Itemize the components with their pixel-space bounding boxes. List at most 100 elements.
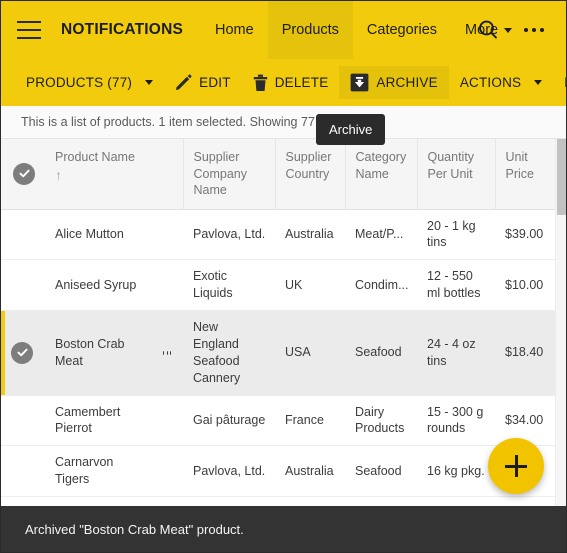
cell-row-actions	[153, 259, 183, 311]
cell-supplier-country: Australia	[275, 209, 345, 261]
cell-supplier-company-name: Exotic Liquids	[183, 496, 275, 506]
product-name-text: Boston Crab Meat	[55, 336, 125, 368]
column-header-unit-price[interactable]: Unit Price	[495, 139, 558, 210]
cell-category-name: Seafood	[345, 310, 417, 396]
table-row[interactable]: Camembert Pierrot Gai pâturage France Dairy…	[1, 395, 557, 447]
table-header: Product Name ↑ Supplier Company Name Sup…	[1, 139, 558, 210]
cell-row-actions	[153, 445, 183, 497]
archive-tooltip: Archive	[316, 114, 386, 145]
column-header-supplier-country[interactable]: Supplier Country	[275, 139, 346, 210]
cell-unit-price-text: $10.00	[505, 277, 544, 292]
row-select-cell[interactable]	[1, 445, 45, 497]
app-window: NOTIFICATIONS Home Products Categories M…	[0, 0, 567, 553]
column-header-label: Supplier Company Name	[193, 150, 248, 197]
toolbar-item-label: EDIT	[199, 74, 231, 90]
chevron-down-icon	[534, 80, 543, 85]
top-navigation-bar: NOTIFICATIONS Home Products Categories M…	[1, 1, 566, 59]
more-horizontal-icon[interactable]	[516, 12, 552, 48]
cell-supplier-country-text: France	[285, 412, 324, 427]
hamburger-line	[17, 29, 41, 31]
scrollbar-thumb[interactable]	[557, 139, 566, 215]
cell-category-name: Meat/P...	[345, 209, 417, 261]
checkbox-checked-icon[interactable]	[11, 341, 33, 364]
hamburger-line	[17, 21, 41, 23]
add-product-fab[interactable]	[488, 438, 544, 494]
cell-product-name: Camembert Pierrot	[45, 395, 153, 447]
toolbar-delete-button[interactable]: DELETE	[242, 67, 340, 99]
row-select-cell[interactable]	[1, 496, 45, 506]
cell-unit-price	[495, 496, 557, 506]
cell-supplier-country-text: Australia	[285, 463, 334, 478]
products-table: Product Name ↑ Supplier Company Name Sup…	[1, 139, 558, 506]
column-header-supplier-company-name[interactable]: Supplier Company Name	[183, 139, 276, 210]
table-row[interactable]: Carnarvon Tigers Pavlova, Ltd. Australia Se…	[1, 445, 557, 497]
dot	[163, 351, 164, 355]
nav-tab-label: Products	[281, 22, 339, 38]
cell-supplier-country-text: USA	[285, 345, 311, 360]
cell-row-actions	[153, 395, 183, 447]
column-header-label: Unit Price	[505, 150, 534, 181]
cell-category-name: Seafood	[345, 445, 417, 497]
row-select-cell[interactable]	[1, 259, 45, 311]
cell-unit-price-text: $18.40	[505, 345, 544, 360]
cell-quantity-per-unit: 20 - 1 kg tins	[417, 209, 495, 261]
cell-quantity-per-unit: 15 - 300 g rounds	[417, 395, 495, 447]
row-select-cell[interactable]	[1, 395, 45, 447]
archive-icon	[350, 73, 369, 92]
cell-product-name: Aniseed Syrup	[45, 259, 153, 311]
toolbar-products-dropdown[interactable]: PRODUCTS (77)	[15, 69, 164, 97]
nav-tab-home[interactable]: Home	[201, 1, 268, 59]
plus-icon	[514, 455, 518, 477]
cell-product-name: Chai	[45, 496, 153, 506]
checkbox-checked-icon[interactable]	[13, 162, 35, 185]
column-header-quantity-per-unit[interactable]: Quantity Per Unit	[417, 139, 496, 210]
list-status-bar: This is a list of products. 1 item selec…	[1, 106, 566, 139]
search-icon[interactable]	[470, 12, 506, 48]
app-title: NOTIFICATIONS	[61, 21, 183, 38]
hamburger-menu-icon[interactable]	[17, 21, 41, 39]
cell-row-actions	[153, 310, 183, 396]
column-header-spacer	[153, 139, 184, 210]
cell-unit-price: $39.00	[495, 209, 557, 261]
toolbar-actions-dropdown[interactable]: ACTIONS	[449, 69, 553, 97]
snackbar: Archived "Boston Crab Meat" product.	[1, 506, 566, 552]
table-header-row: Product Name ↑ Supplier Company Name Sup…	[1, 139, 558, 210]
cell-row-actions	[153, 496, 183, 506]
cell-category-name-text: Seafood	[355, 463, 402, 478]
cell-product-name: Boston Crab Meat	[45, 310, 153, 396]
cell-category-name: Dairy Products	[345, 395, 417, 447]
cell-quantity-per-unit: 24 - 4 oz tins	[417, 310, 495, 396]
row-select-cell[interactable]	[1, 310, 45, 396]
toolbar-archive-button[interactable]: ARCHIVE	[339, 66, 449, 99]
pencil-icon	[175, 74, 192, 91]
row-select-cell[interactable]	[1, 209, 45, 261]
dot	[166, 351, 168, 355]
product-name-text: Carnarvon Tigers	[55, 455, 114, 487]
column-header-category-name[interactable]: Category Name	[345, 139, 418, 210]
table-row[interactable]: Aniseed Syrup Exotic Liquids UK Condim... 12…	[1, 259, 557, 311]
select-all-header[interactable]	[1, 139, 45, 210]
cell-supplier-country: UK	[275, 259, 345, 311]
cell-supplier-company-name: New England Seafood Cannery	[183, 310, 275, 396]
nav-tab-label: Home	[215, 22, 254, 38]
toolbar-item-label: DELETE	[274, 74, 329, 90]
cell-quantity-per-unit-text: 15 - 300 g rounds	[427, 404, 484, 436]
toolbar-report-dropdown[interactable]: REPORT	[553, 69, 566, 97]
table-row[interactable]: Chai Exotic LiquidsUKBeverag...10 boxes x…	[1, 496, 557, 506]
row-more-icon[interactable]	[163, 351, 175, 355]
vertical-scrollbar[interactable]	[555, 139, 566, 506]
table-row[interactable]: Alice Mutton Pavlova, Ltd. Australia Meat/P…	[1, 209, 557, 261]
nav-tab-categories[interactable]: Categories	[353, 1, 451, 59]
toolbar-edit-button[interactable]: EDIT	[164, 67, 242, 98]
nav-tab-products[interactable]: Products	[267, 1, 353, 59]
cell-supplier-company-name-text: Pavlova, Ltd.	[193, 226, 266, 241]
cell-unit-price-text: $34.00	[505, 412, 544, 427]
column-header-product-name[interactable]: Product Name ↑	[45, 139, 153, 210]
cell-supplier-company-name-text: Pavlova, Ltd.	[193, 463, 266, 478]
cell-quantity-per-unit-text: 24 - 4 oz tins	[427, 336, 476, 368]
column-header-label: Product Name	[55, 150, 135, 164]
nav-tab-list: Home Products Categories More	[201, 1, 513, 59]
column-header-label: Quantity Per Unit	[427, 150, 475, 181]
table-row[interactable]: Boston Crab Meat New England Seafood Cann…	[1, 310, 557, 396]
snackbar-message: Archived "Boston Crab Meat" product.	[25, 521, 244, 537]
